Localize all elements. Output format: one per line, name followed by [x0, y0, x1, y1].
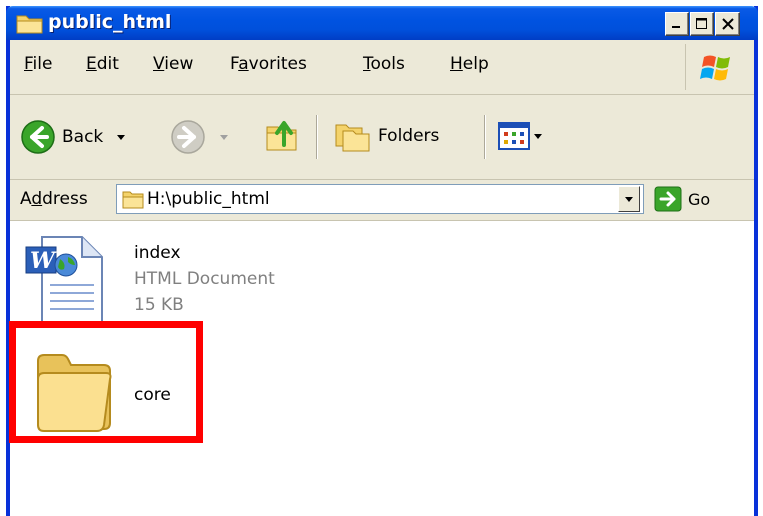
standard-toolbar: Back Folders — [10, 95, 754, 180]
minimize-icon — [672, 26, 680, 28]
address-label: Address — [20, 189, 88, 209]
go-button[interactable]: Go — [654, 186, 710, 212]
views-dropdown-icon[interactable] — [534, 133, 542, 139]
menu-tools[interactable]: Tools — [363, 54, 405, 74]
go-label: Go — [688, 189, 711, 209]
title-bar[interactable]: public_html — [6, 6, 758, 40]
window-title: public_html — [48, 11, 172, 33]
folders-icon — [335, 124, 370, 152]
highlight-box — [9, 321, 203, 443]
maximize-icon — [696, 18, 707, 29]
file-type: HTML Document — [134, 269, 275, 289]
go-arrow-icon — [654, 186, 682, 212]
address-bar: Address H:\public_html Go — [10, 180, 754, 221]
back-arrow-icon — [21, 120, 55, 154]
folder-icon — [122, 191, 144, 209]
menu-file[interactable]: File — [24, 54, 52, 74]
back-button[interactable]: Back — [20, 119, 126, 155]
menu-favorites[interactable]: Favorites — [230, 54, 307, 74]
up-folder-button[interactable] — [264, 115, 304, 155]
folder-icon — [16, 12, 44, 38]
back-dropdown-icon[interactable] — [117, 134, 126, 140]
folders-label: Folders — [378, 126, 440, 146]
address-input[interactable]: H:\public_html — [116, 184, 644, 214]
minimize-button[interactable] — [665, 12, 689, 36]
close-icon — [721, 18, 734, 30]
file-size: 15 KB — [134, 295, 184, 315]
word-document-icon: W — [25, 236, 103, 324]
toolbar-separator — [484, 115, 485, 159]
forward-dropdown-icon[interactable] — [220, 134, 228, 140]
svg-text:W: W — [30, 248, 57, 274]
file-name: index — [134, 243, 181, 263]
maximize-button[interactable] — [690, 12, 714, 36]
menu-edit[interactable]: Edit — [86, 54, 119, 74]
chevron-down-icon — [625, 196, 633, 202]
windows-logo-icon — [685, 44, 750, 90]
up-folder-icon — [266, 121, 297, 151]
close-button[interactable] — [715, 12, 740, 36]
forward-button[interactable] — [170, 119, 228, 155]
folders-button[interactable]: Folders — [334, 119, 439, 153]
menu-view[interactable]: View — [153, 54, 193, 74]
menu-help[interactable]: Help — [450, 54, 489, 74]
address-value: H:\public_html — [147, 189, 270, 209]
address-dropdown-button[interactable] — [618, 186, 640, 212]
views-icon — [498, 122, 530, 150]
toolbar-separator — [316, 115, 317, 159]
menu-bar: File Edit View Favorites Tools Help — [10, 40, 754, 95]
forward-arrow-icon — [171, 120, 205, 154]
back-label: Back — [62, 127, 104, 147]
views-button[interactable] — [498, 122, 542, 150]
